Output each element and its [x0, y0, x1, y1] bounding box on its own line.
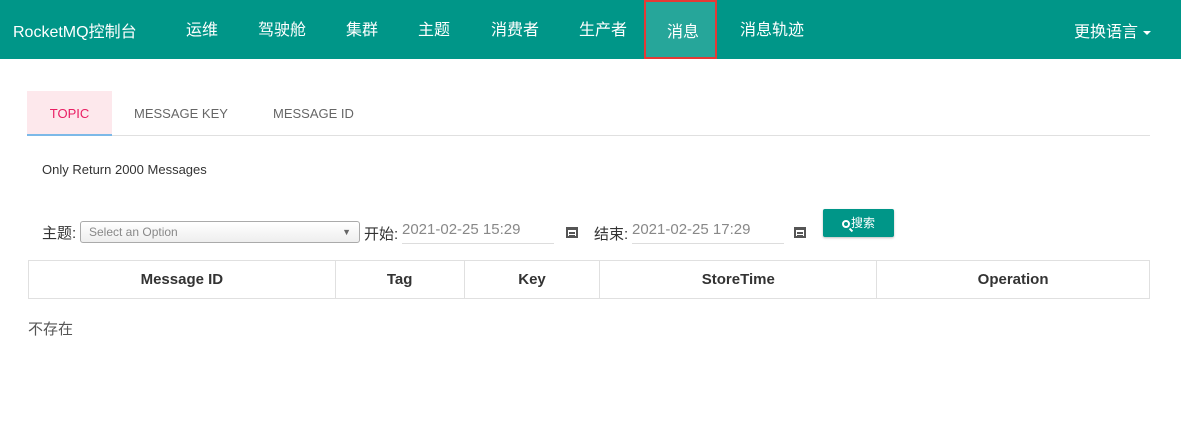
nav-item-ops[interactable]: 运维 [186, 0, 218, 59]
search-button[interactable]: 搜索 [823, 209, 894, 237]
empty-result-text: 不存在 [28, 321, 74, 338]
language-label: 更换语言 [1073, 24, 1138, 41]
message-table: Message ID Tag Key StoreTime Operation [28, 260, 1150, 299]
start-time-input[interactable]: 2021-02-25 15:29 [402, 218, 554, 244]
result-limit-note: Only Return 2000 Messages [42, 162, 207, 177]
search-icon [841, 220, 850, 228]
nav-item-message-trace[interactable]: 消息轨迹 [740, 0, 804, 59]
topic-select-placeholder: Select an Option [89, 225, 178, 239]
start-calendar-icon[interactable] [566, 227, 578, 238]
nav-item-dashboard[interactable]: 驾驶舱 [258, 0, 306, 59]
topic-label: 主题: [42, 225, 77, 242]
tab-topic[interactable]: TOPIC [27, 91, 112, 136]
brand-title[interactable]: RocketMQ控制台 [13, 18, 137, 42]
search-mode-tabs: TOPIC MESSAGE KEY MESSAGE ID [27, 91, 1150, 136]
dropdown-arrow-icon: ▼ [342, 227, 351, 237]
search-button-label: 搜索 [850, 216, 875, 230]
end-label: 结束: [594, 226, 629, 243]
topic-select[interactable]: Select an Option ▼ [80, 221, 360, 243]
column-header-store-time: StoreTime [599, 260, 878, 299]
tab-message-key[interactable]: MESSAGE KEY [134, 91, 228, 136]
column-header-tag: Tag [334, 260, 465, 299]
tab-message-id[interactable]: MESSAGE ID [273, 91, 354, 136]
nav-item-consumer[interactable]: 消费者 [491, 0, 539, 59]
end-time-input[interactable]: 2021-02-25 17:29 [632, 218, 784, 244]
nav-item-producer[interactable]: 生产者 [579, 0, 627, 59]
nav-item-topic[interactable]: 主题 [418, 0, 450, 59]
column-header-key: Key [463, 260, 601, 299]
end-calendar-icon[interactable] [794, 227, 806, 238]
nav-item-message[interactable]: 消息 [644, 0, 717, 59]
nav-item-cluster[interactable]: 集群 [346, 0, 378, 59]
caret-down-icon [1143, 30, 1151, 35]
column-header-message-id: Message ID [28, 260, 336, 299]
top-navbar: RocketMQ控制台 运维 驾驶舱 集群 主题 消费者 生产者 消息 消息轨迹… [0, 0, 1181, 59]
language-dropdown[interactable]: 更换语言 [1074, 18, 1151, 42]
column-header-operation: Operation [876, 260, 1150, 299]
start-label: 开始: [364, 226, 399, 243]
table-header-row: Message ID Tag Key StoreTime Operation [28, 260, 1150, 299]
